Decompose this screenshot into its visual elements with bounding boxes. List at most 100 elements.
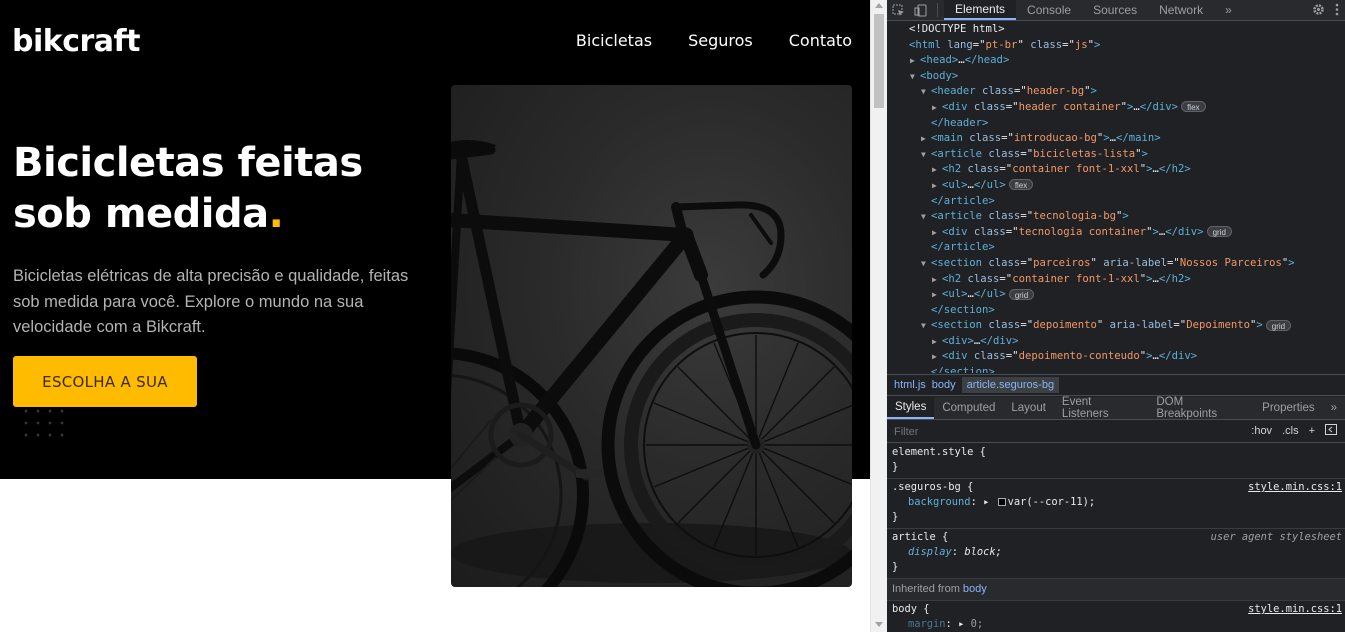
page-scrollbar[interactable] bbox=[870, 0, 887, 632]
dom-node[interactable]: ▼ <article class="tecnologia-bg"> bbox=[887, 209, 1345, 225]
scroll-up-arrow-icon[interactable] bbox=[875, 3, 883, 8]
closing-tag: </div> bbox=[1158, 350, 1198, 363]
dom-node[interactable]: <html lang="pt-br" class="js"> bbox=[887, 38, 1345, 54]
dom-node[interactable]: </article> bbox=[887, 240, 1345, 256]
toggle-sidebar-icon[interactable] bbox=[1325, 424, 1337, 438]
dom-node[interactable]: ▼ <header class="header-bg"> bbox=[887, 84, 1345, 100]
dom-node[interactable]: ▶ <ul>…</ul> grid bbox=[887, 287, 1345, 303]
new-style-rule-plus-icon[interactable]: + bbox=[1309, 425, 1315, 437]
expand-toggle-icon[interactable]: ▶ bbox=[932, 349, 942, 365]
css-property[interactable]: display: block; bbox=[892, 545, 1341, 560]
layout-badge[interactable]: grid bbox=[1206, 226, 1232, 238]
tab-computed[interactable]: Computed bbox=[934, 397, 1003, 419]
class-toggle[interactable]: .cls bbox=[1282, 425, 1299, 437]
nav-link-seguros[interactable]: Seguros bbox=[688, 31, 753, 50]
dom-node[interactable]: ▶ <head>…</head> bbox=[887, 53, 1345, 69]
tab-layout[interactable]: Layout bbox=[1003, 397, 1054, 419]
layout-badge[interactable]: flex bbox=[1008, 179, 1034, 191]
site-logo[interactable]: bikcraft bbox=[12, 24, 140, 59]
hover-state-toggle[interactable]: :hov bbox=[1251, 425, 1272, 437]
rule-source-link[interactable]: style.min.css:1 bbox=[1248, 480, 1342, 495]
layout-badge[interactable]: flex bbox=[1181, 101, 1206, 113]
dom-node[interactable]: </section> bbox=[887, 365, 1345, 373]
property-name[interactable]: background bbox=[908, 496, 971, 508]
dom-node[interactable]: ▶ <h2 class="container font-1-xxl">…</h2> bbox=[887, 162, 1345, 178]
expand-arrow-icon[interactable]: ▸ bbox=[958, 618, 971, 630]
expand-toggle-icon[interactable]: ▶ bbox=[910, 53, 920, 69]
expand-toggle-icon[interactable]: ▼ bbox=[921, 147, 931, 163]
expand-toggle-icon[interactable]: ▶ bbox=[932, 162, 942, 178]
expand-toggle-icon[interactable]: ▼ bbox=[910, 69, 920, 85]
dom-tree[interactable]: <!DOCTYPE html> <html lang="pt-br" class=… bbox=[887, 22, 1345, 373]
dom-node[interactable]: </header> bbox=[887, 116, 1345, 132]
dom-node[interactable]: ▼ <section class="depoimento" aria-label=… bbox=[887, 318, 1345, 334]
dom-node[interactable]: ▶ <main class="introducao-bg">…</main> bbox=[887, 131, 1345, 147]
property-value[interactable]: var(--cor-11); bbox=[1008, 496, 1096, 508]
choose-yours-button[interactable]: ESCOLHA A SUA bbox=[13, 356, 197, 407]
property-name[interactable]: margin bbox=[908, 618, 946, 630]
expand-toggle-icon[interactable]: ▶ bbox=[932, 225, 942, 241]
tab-event-listeners[interactable]: Event Listeners bbox=[1054, 396, 1148, 420]
device-toolbar-icon[interactable] bbox=[909, 0, 931, 20]
expand-toggle-icon[interactable]: ▼ bbox=[921, 209, 931, 225]
attr-eq: =" bbox=[999, 272, 1013, 285]
dom-node[interactable]: ▶ <div class="header container">…</div> fl… bbox=[887, 100, 1345, 116]
dom-node[interactable]: ▼ <section class="parceiros" aria-label="… bbox=[887, 256, 1345, 272]
tab-styles[interactable]: Styles bbox=[887, 397, 935, 419]
property-value[interactable]: block; bbox=[964, 546, 1002, 558]
breadcrumb-article-selected[interactable]: article.seguros-bg bbox=[961, 377, 1060, 393]
dom-node[interactable]: ▼ <body> bbox=[887, 69, 1345, 85]
tab-network[interactable]: Network bbox=[1148, 0, 1214, 20]
dom-node[interactable]: ▶ <ul>…</ul> flex bbox=[887, 178, 1345, 194]
inspect-element-icon[interactable] bbox=[887, 0, 909, 20]
dom-node[interactable]: ▼ <article class="bicicletas-lista"> bbox=[887, 147, 1345, 163]
rule-source-link[interactable]: style.min.css:1 bbox=[1248, 602, 1342, 617]
dom-node[interactable]: ▶ <div>…</div> bbox=[887, 334, 1345, 350]
nav-link-contato[interactable]: Contato bbox=[789, 31, 852, 50]
scroll-down-arrow-icon[interactable] bbox=[875, 622, 883, 627]
dom-node[interactable]: ▶ <div class="tecnologia container">…</di… bbox=[887, 225, 1345, 241]
expand-toggle-icon[interactable]: ▼ bbox=[921, 318, 931, 334]
breadcrumb-html[interactable]: html.js bbox=[894, 379, 932, 391]
attr-value: parceiros bbox=[1033, 256, 1091, 269]
nav-link-bicicletas[interactable]: Bicicletas bbox=[576, 31, 652, 50]
settings-gear-icon[interactable] bbox=[1312, 3, 1325, 19]
expand-toggle-icon[interactable]: ▶ bbox=[932, 287, 942, 303]
inherited-element-link[interactable]: body bbox=[963, 583, 987, 595]
dom-node[interactable]: ▶ <div class="depoimento-conteudo">…</div… bbox=[887, 349, 1345, 365]
expand-toggle-icon[interactable]: ▼ bbox=[921, 256, 931, 272]
dom-node[interactable]: <!DOCTYPE html> bbox=[887, 22, 1345, 38]
inherited-from-header: Inherited from body bbox=[887, 579, 1345, 601]
tab-console[interactable]: Console bbox=[1016, 0, 1082, 20]
tab-dom-breakpoints[interactable]: DOM Breakpoints bbox=[1148, 396, 1254, 420]
expand-toggle-icon[interactable]: ▶ bbox=[932, 272, 942, 288]
property-name[interactable]: display bbox=[908, 546, 952, 558]
scrollbar-thumb[interactable] bbox=[874, 14, 884, 108]
rule-close-brace: } bbox=[892, 511, 899, 523]
breadcrumb-body[interactable]: body bbox=[932, 379, 962, 391]
dom-node[interactable]: ▶ <h2 class="container font-1-xxl">…</h2> bbox=[887, 272, 1345, 288]
tab-properties[interactable]: Properties bbox=[1254, 397, 1322, 419]
rule-selector[interactable]: element.style { bbox=[892, 445, 1341, 460]
tab-elements[interactable]: Elements bbox=[944, 0, 1017, 20]
more-tabs-chevron-icon[interactable]: » bbox=[1214, 0, 1243, 20]
expand-arrow-icon[interactable]: ▸ bbox=[983, 496, 996, 508]
css-property[interactable]: margin: ▸ 0; bbox=[892, 617, 1341, 632]
dom-node[interactable]: </section> bbox=[887, 303, 1345, 319]
expand-toggle-icon[interactable]: ▶ bbox=[921, 131, 931, 147]
tag-close-bracket: > bbox=[1094, 38, 1101, 51]
expand-toggle-icon[interactable]: ▶ bbox=[932, 100, 942, 116]
tab-sources[interactable]: Sources bbox=[1082, 0, 1148, 20]
more-style-tabs-chevron-icon[interactable]: » bbox=[1323, 397, 1345, 419]
css-property[interactable]: background: ▸ var(--cor-11); bbox=[892, 495, 1341, 510]
dom-node[interactable]: </article> bbox=[887, 194, 1345, 210]
property-value[interactable]: 0; bbox=[971, 618, 984, 630]
color-swatch[interactable] bbox=[997, 498, 1006, 506]
expand-toggle-icon[interactable]: ▼ bbox=[921, 84, 931, 100]
layout-badge[interactable]: grid bbox=[1265, 319, 1292, 331]
more-options-kebab-icon[interactable] bbox=[1335, 3, 1339, 19]
expand-toggle-icon[interactable]: ▶ bbox=[932, 178, 942, 194]
styles-filter-input[interactable] bbox=[891, 423, 1221, 440]
expand-toggle-icon[interactable]: ▶ bbox=[932, 334, 942, 350]
layout-badge[interactable]: grid bbox=[1008, 288, 1035, 300]
